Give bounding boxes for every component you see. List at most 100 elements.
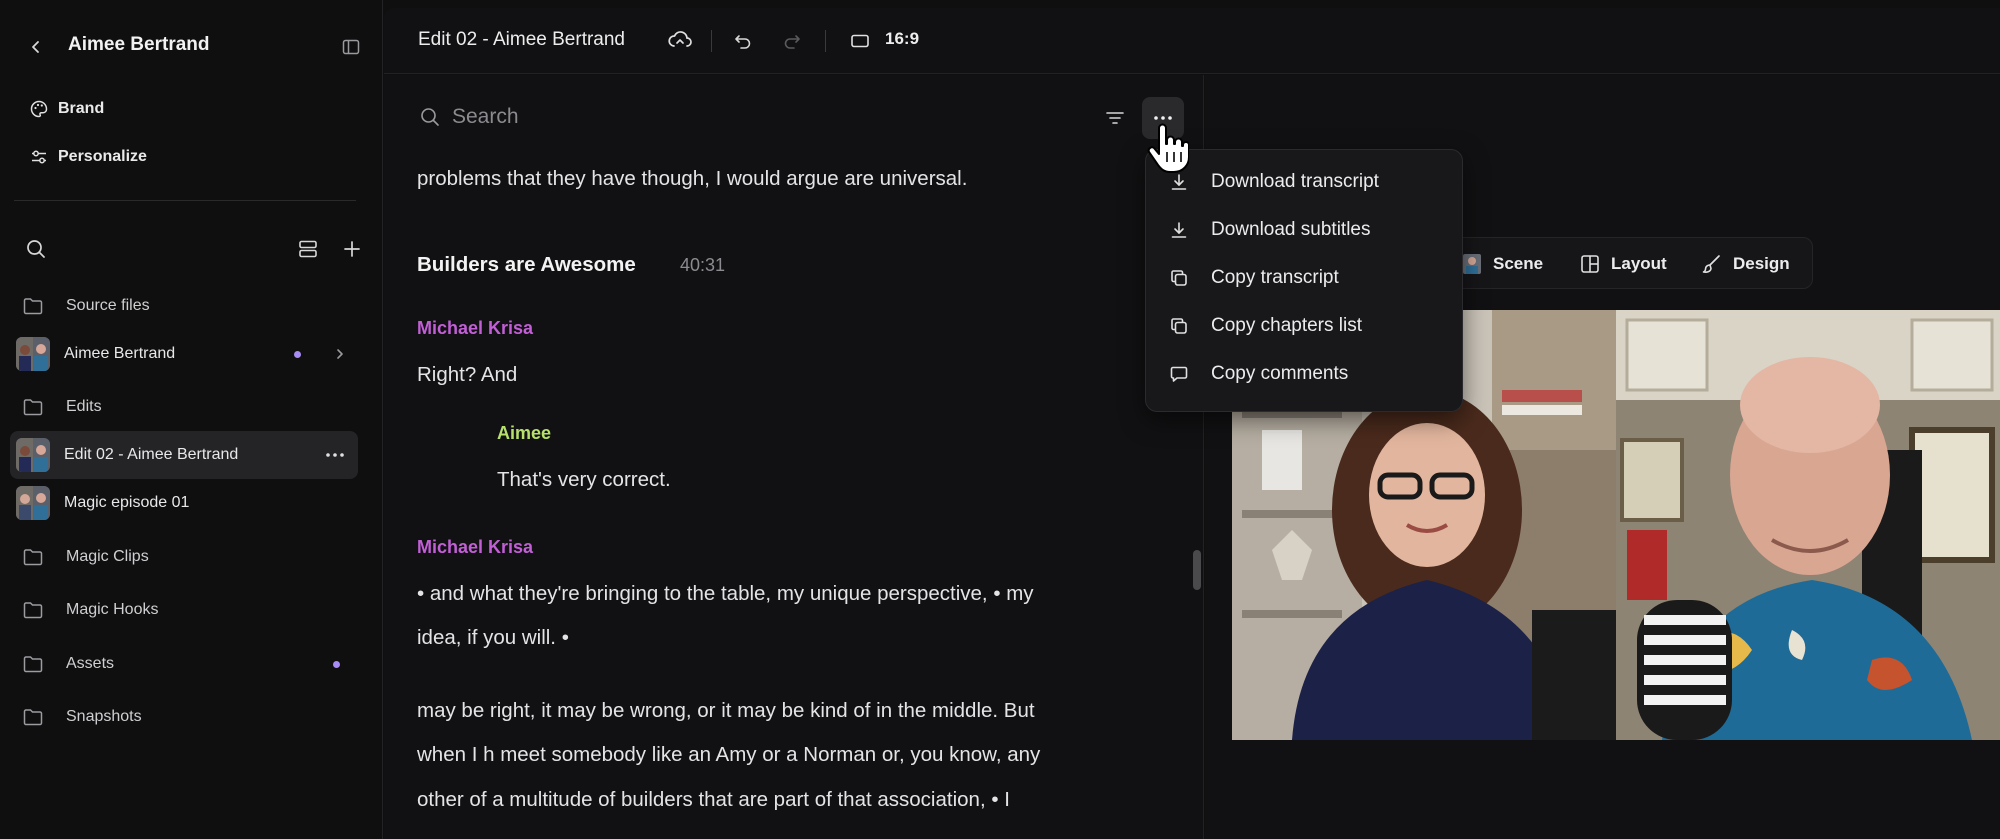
transcript-line[interactable]: may be right, it may be wrong, or it may… [417, 689, 1137, 734]
search-icon [27, 240, 45, 258]
transcript-line[interactable]: idea, if you will. • [417, 616, 1137, 661]
undo-icon [735, 35, 751, 49]
sliders-icon [24, 142, 54, 172]
menu-item-label: Download subtitles [1211, 219, 1371, 240]
video-thumbnail [16, 486, 50, 520]
menu-item-download-transcript[interactable]: Download transcript [1154, 160, 1454, 204]
more-horizontal-icon [1154, 116, 1172, 120]
transcript-options-menu: Download transcript Download subtitles C… [1145, 149, 1463, 412]
tree-item-assets[interactable]: Assets [10, 640, 358, 688]
menu-item-copy-transcript[interactable]: Copy transcript [1154, 256, 1454, 300]
transcript-line[interactable]: other of a multitude of builders that ar… [417, 778, 1137, 823]
view-toggle-button[interactable] [292, 233, 324, 265]
more-horizontal-icon [326, 453, 344, 457]
layout-icon [1578, 252, 1602, 276]
palette-icon [24, 94, 54, 124]
tree-item-label: Magic Clips [66, 548, 149, 565]
design-button[interactable]: Design [1700, 238, 1790, 290]
toggle-sidebar-button[interactable] [338, 34, 364, 60]
nav-brand[interactable]: Brand [14, 89, 354, 129]
transcript-line[interactable]: when I h meet somebody like an Amy or a … [417, 733, 1137, 778]
tree-item-edit-02[interactable]: Edit 02 - Aimee Bertrand [10, 431, 358, 479]
folder-icon [16, 700, 50, 734]
editor-topbar: Edit 02 - Aimee Bertrand 16:9 [384, 8, 2000, 74]
folder-icon [16, 289, 50, 323]
chevron-right-icon [337, 349, 343, 359]
add-item-button[interactable] [336, 233, 368, 265]
plus-icon [344, 241, 360, 257]
status-dot [333, 661, 340, 668]
aspect-ratio-button[interactable] [844, 25, 876, 57]
cloud-sync-button[interactable] [664, 25, 696, 57]
cloud-sync-icon [668, 31, 692, 47]
folder-icon [16, 390, 50, 424]
redo-icon [784, 35, 800, 49]
tree-item-snapshots[interactable]: Snapshots [10, 693, 358, 741]
tree-item-magic-episode[interactable]: Magic episode 01 [10, 479, 358, 527]
transcript-line[interactable]: Right? And [417, 353, 1137, 398]
edit-title[interactable]: Edit 02 - Aimee Bertrand [418, 29, 625, 51]
sidebar: Aimee Bertrand Brand Personalize Source … [0, 0, 383, 839]
copy-icon [1165, 312, 1193, 340]
back-button[interactable] [22, 33, 50, 61]
menu-item-label: Copy comments [1211, 363, 1349, 384]
chapter-timestamp: 40:31 [680, 255, 726, 275]
speaker-label[interactable]: Michael Krisa [417, 318, 533, 339]
aspect-ratio-icon [851, 34, 869, 48]
expand-button[interactable] [328, 342, 352, 366]
redo-button[interactable] [776, 25, 808, 57]
nav-personalize[interactable]: Personalize [14, 137, 354, 177]
menu-item-copy-chapters[interactable]: Copy chapters list [1154, 304, 1454, 348]
tree-item-edits[interactable]: Edits [10, 383, 358, 431]
layout-label: Layout [1611, 254, 1667, 273]
sidebar-header: Aimee Bertrand [0, 22, 383, 68]
nav-personalize-label: Personalize [58, 148, 147, 165]
sidebar-tools [0, 228, 383, 268]
aspect-ratio-label[interactable]: 16:9 [885, 29, 919, 49]
tree-item-label: Magic episode 01 [64, 494, 190, 511]
scene-thumbnail-icon [1460, 252, 1484, 276]
tree-item-source-files[interactable]: Source files [10, 282, 358, 330]
chevron-left-icon [32, 41, 39, 53]
layout-button[interactable]: Layout [1578, 238, 1667, 290]
toolbar-separator [825, 30, 826, 52]
transcript-scrollbar[interactable] [1193, 550, 1201, 590]
tree-item-label: Snapshots [66, 708, 142, 725]
sidebar-divider [14, 200, 356, 201]
folder-icon [16, 593, 50, 627]
undo-button[interactable] [727, 25, 759, 57]
speaker-label[interactable]: Michael Krisa [417, 537, 533, 558]
item-more-button[interactable] [318, 443, 352, 467]
tree-item-label: Edit 02 - Aimee Bertrand [64, 446, 239, 463]
transcript-line[interactable]: That's very correct. [497, 458, 1203, 503]
tree-item-label: Assets [66, 655, 115, 672]
project-title: Aimee Bertrand [68, 34, 210, 55]
filter-icon [1106, 112, 1124, 124]
tree-item-label: Aimee Bertrand [64, 345, 176, 362]
brush-icon [1700, 252, 1724, 276]
transcript-panel: problems that they have though, I would … [384, 75, 1204, 839]
video-thumbnail [16, 337, 50, 371]
status-dot [294, 351, 301, 358]
download-icon [1165, 216, 1193, 244]
transcript-line[interactable]: problems that they have though, I would … [417, 157, 1137, 202]
tree-item-aimee-bertrand[interactable]: Aimee Bertrand [10, 330, 358, 378]
menu-item-copy-comments[interactable]: Copy comments [1154, 352, 1454, 396]
toolbar-separator [711, 30, 712, 52]
transcript-search-input[interactable] [452, 103, 872, 131]
sidebar-search-button[interactable] [20, 233, 52, 265]
chapter-title[interactable]: Builders are Awesome [417, 253, 636, 277]
menu-item-label: Copy transcript [1211, 267, 1339, 288]
tree-item-magic-clips[interactable]: Magic Clips [10, 533, 358, 581]
video-thumbnail [16, 438, 50, 472]
speaker-label[interactable]: Aimee [497, 423, 551, 444]
preview-toolbar: Scene Layout Design [1435, 237, 1813, 289]
transcript-line[interactable]: • and what they're bringing to the table… [417, 572, 1137, 617]
scene-button[interactable]: Scene [1460, 238, 1543, 290]
tree-item-magic-hooks[interactable]: Magic Hooks [10, 586, 358, 634]
menu-item-download-subtitles[interactable]: Download subtitles [1154, 208, 1454, 252]
tree-item-label: Magic Hooks [66, 601, 159, 618]
folder-icon [16, 540, 50, 574]
filter-button[interactable] [1100, 103, 1130, 133]
tree-item-label: Edits [66, 398, 102, 415]
